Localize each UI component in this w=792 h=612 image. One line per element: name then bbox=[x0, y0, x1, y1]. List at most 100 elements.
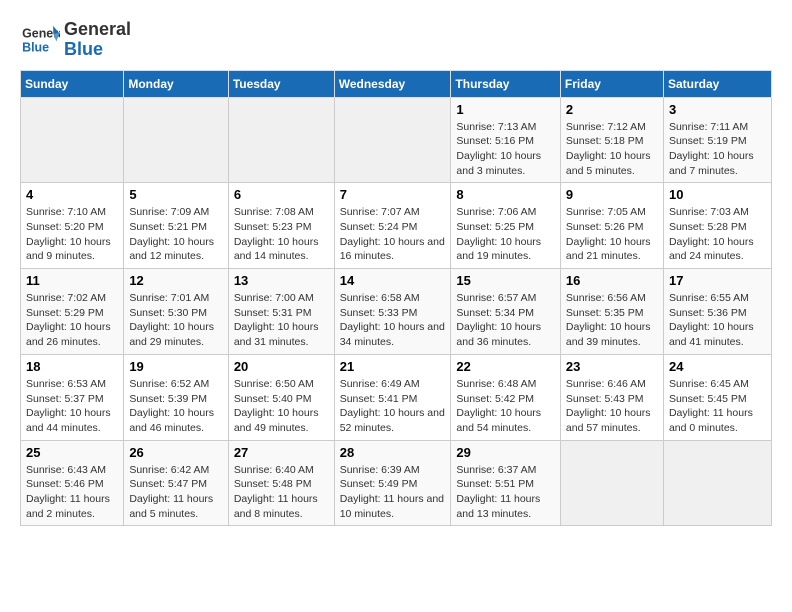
cell-day-number: 3 bbox=[669, 102, 766, 117]
cell-day-number: 27 bbox=[234, 445, 329, 460]
cell-info-text: Sunrise: 6:56 AMSunset: 5:35 PMDaylight:… bbox=[566, 291, 658, 350]
svg-text:Blue: Blue bbox=[22, 41, 49, 55]
calendar-cell bbox=[334, 97, 451, 183]
calendar-cell: 21 Sunrise: 6:49 AMSunset: 5:41 PMDayligh… bbox=[334, 354, 451, 440]
cell-info-text: Sunrise: 6:39 AMSunset: 5:49 PMDaylight:… bbox=[340, 463, 446, 522]
cell-day-number: 16 bbox=[566, 273, 658, 288]
logo-text-general: General bbox=[64, 20, 131, 40]
calendar-cell: 15Sunrise: 6:57 AMSunset: 5:34 PMDayligh… bbox=[451, 269, 561, 355]
logo-icon: General Blue bbox=[20, 22, 60, 57]
cell-info-text: Sunrise: 7:03 AMSunset: 5:28 PMDaylight:… bbox=[669, 205, 766, 264]
calendar-cell: 6 Sunrise: 7:08 AMSunset: 5:23 PMDaylight… bbox=[228, 183, 334, 269]
header: General Blue General Blue bbox=[20, 20, 772, 60]
cell-info-text: Sunrise: 6:45 AMSunset: 5:45 PMDaylight:… bbox=[669, 377, 766, 436]
cell-info-text: Sunrise: 6:49 AMSunset: 5:41 PMDaylight:… bbox=[340, 377, 446, 436]
cell-info-text: Sunrise: 7:07 AMSunset: 5:24 PMDaylight:… bbox=[340, 205, 446, 264]
cell-info-text: Sunrise: 7:08 AMSunset: 5:23 PMDaylight:… bbox=[234, 205, 329, 264]
calendar-cell: 1Sunrise: 7:13 AMSunset: 5:16 PMDaylight… bbox=[451, 97, 561, 183]
cell-info-text: Sunrise: 6:58 AMSunset: 5:33 PMDaylight:… bbox=[340, 291, 446, 350]
calendar-cell bbox=[663, 440, 771, 526]
calendar-cell: 24Sunrise: 6:45 AMSunset: 5:45 PMDayligh… bbox=[663, 354, 771, 440]
cell-info-text: Sunrise: 6:46 AMSunset: 5:43 PMDaylight:… bbox=[566, 377, 658, 436]
calendar-cell: 16 Sunrise: 6:56 AMSunset: 5:35 PMDayligh… bbox=[560, 269, 663, 355]
cell-day-number: 20 bbox=[234, 359, 329, 374]
cell-day-number: 11 bbox=[26, 273, 118, 288]
cell-day-number: 18 bbox=[26, 359, 118, 374]
day-header-monday: Monday bbox=[124, 70, 228, 97]
calendar-cell: 29 Sunrise: 6:37 AMSunset: 5:51 PMDayligh… bbox=[451, 440, 561, 526]
calendar-cell: 3 Sunrise: 7:11 AMSunset: 5:19 PMDaylight… bbox=[663, 97, 771, 183]
cell-day-number: 8 bbox=[456, 187, 555, 202]
cell-info-text: Sunrise: 7:02 AMSunset: 5:29 PMDaylight:… bbox=[26, 291, 118, 350]
calendar-cell: 25 Sunrise: 6:43 AMSunset: 5:46 PMDayligh… bbox=[21, 440, 124, 526]
day-header-friday: Friday bbox=[560, 70, 663, 97]
calendar-cell: 9 Sunrise: 7:05 AMSunset: 5:26 PMDaylight… bbox=[560, 183, 663, 269]
calendar-cell: 4 Sunrise: 7:10 AMSunset: 5:20 PMDaylight… bbox=[21, 183, 124, 269]
calendar-cell: 23 Sunrise: 6:46 AMSunset: 5:43 PMDayligh… bbox=[560, 354, 663, 440]
calendar-cell: 27Sunrise: 6:40 AMSunset: 5:48 PMDayligh… bbox=[228, 440, 334, 526]
cell-day-number: 19 bbox=[129, 359, 222, 374]
cell-day-number: 5 bbox=[129, 187, 222, 202]
cell-day-number: 12 bbox=[129, 273, 222, 288]
cell-day-number: 10 bbox=[669, 187, 766, 202]
calendar-cell: 8 Sunrise: 7:06 AMSunset: 5:25 PMDaylight… bbox=[451, 183, 561, 269]
calendar-cell bbox=[560, 440, 663, 526]
calendar-cell bbox=[21, 97, 124, 183]
calendar-cell: 10 Sunrise: 7:03 AMSunset: 5:28 PMDayligh… bbox=[663, 183, 771, 269]
logo-text-blue: Blue bbox=[64, 40, 131, 60]
calendar-cell: 2Sunrise: 7:12 AMSunset: 5:18 PMDaylight… bbox=[560, 97, 663, 183]
cell-info-text: Sunrise: 6:52 AMSunset: 5:39 PMDaylight:… bbox=[129, 377, 222, 436]
cell-info-text: Sunrise: 6:50 AMSunset: 5:40 PMDaylight:… bbox=[234, 377, 329, 436]
logo: General Blue General Blue bbox=[20, 20, 131, 60]
cell-day-number: 6 bbox=[234, 187, 329, 202]
calendar-cell: 20 Sunrise: 6:50 AMSunset: 5:40 PMDayligh… bbox=[228, 354, 334, 440]
cell-info-text: Sunrise: 7:12 AMSunset: 5:18 PMDaylight:… bbox=[566, 120, 658, 179]
cell-day-number: 7 bbox=[340, 187, 446, 202]
cell-day-number: 14 bbox=[340, 273, 446, 288]
cell-info-text: Sunrise: 7:06 AMSunset: 5:25 PMDaylight:… bbox=[456, 205, 555, 264]
cell-info-text: Sunrise: 6:42 AMSunset: 5:47 PMDaylight:… bbox=[129, 463, 222, 522]
calendar-cell: 22 Sunrise: 6:48 AMSunset: 5:42 PMDayligh… bbox=[451, 354, 561, 440]
cell-info-text: Sunrise: 7:00 AMSunset: 5:31 PMDaylight:… bbox=[234, 291, 329, 350]
calendar-cell: 17 Sunrise: 6:55 AMSunset: 5:36 PMDayligh… bbox=[663, 269, 771, 355]
cell-info-text: Sunrise: 6:43 AMSunset: 5:46 PMDaylight:… bbox=[26, 463, 118, 522]
calendar-cell bbox=[124, 97, 228, 183]
cell-day-number: 25 bbox=[26, 445, 118, 460]
cell-day-number: 22 bbox=[456, 359, 555, 374]
calendar-week-2: 4 Sunrise: 7:10 AMSunset: 5:20 PMDaylight… bbox=[21, 183, 772, 269]
day-header-sunday: Sunday bbox=[21, 70, 124, 97]
cell-info-text: Sunrise: 7:05 AMSunset: 5:26 PMDaylight:… bbox=[566, 205, 658, 264]
calendar-week-4: 18 Sunrise: 6:53 AMSunset: 5:37 PMDayligh… bbox=[21, 354, 772, 440]
calendar-week-5: 25 Sunrise: 6:43 AMSunset: 5:46 PMDayligh… bbox=[21, 440, 772, 526]
cell-day-number: 4 bbox=[26, 187, 118, 202]
cell-day-number: 13 bbox=[234, 273, 329, 288]
cell-info-text: Sunrise: 7:09 AMSunset: 5:21 PMDaylight:… bbox=[129, 205, 222, 264]
cell-day-number: 29 bbox=[456, 445, 555, 460]
calendar-cell: 12Sunrise: 7:01 AMSunset: 5:30 PMDayligh… bbox=[124, 269, 228, 355]
cell-info-text: Sunrise: 6:48 AMSunset: 5:42 PMDaylight:… bbox=[456, 377, 555, 436]
day-header-saturday: Saturday bbox=[663, 70, 771, 97]
cell-day-number: 9 bbox=[566, 187, 658, 202]
calendar-week-3: 11 Sunrise: 7:02 AMSunset: 5:29 PMDayligh… bbox=[21, 269, 772, 355]
cell-day-number: 15 bbox=[456, 273, 555, 288]
calendar-cell: 26 Sunrise: 6:42 AMSunset: 5:47 PMDayligh… bbox=[124, 440, 228, 526]
calendar-cell bbox=[228, 97, 334, 183]
cell-info-text: Sunrise: 7:10 AMSunset: 5:20 PMDaylight:… bbox=[26, 205, 118, 264]
calendar-table: SundayMondayTuesdayWednesdayThursdayFrid… bbox=[20, 70, 772, 527]
calendar-cell: 28Sunrise: 6:39 AMSunset: 5:49 PMDayligh… bbox=[334, 440, 451, 526]
calendar-cell: 7 Sunrise: 7:07 AMSunset: 5:24 PMDaylight… bbox=[334, 183, 451, 269]
cell-info-text: Sunrise: 7:11 AMSunset: 5:19 PMDaylight:… bbox=[669, 120, 766, 179]
cell-info-text: Sunrise: 6:37 AMSunset: 5:51 PMDaylight:… bbox=[456, 463, 555, 522]
cell-day-number: 21 bbox=[340, 359, 446, 374]
calendar-cell: 19 Sunrise: 6:52 AMSunset: 5:39 PMDayligh… bbox=[124, 354, 228, 440]
cell-info-text: Sunrise: 6:55 AMSunset: 5:36 PMDaylight:… bbox=[669, 291, 766, 350]
cell-day-number: 23 bbox=[566, 359, 658, 374]
calendar-cell: 13 Sunrise: 7:00 AMSunset: 5:31 PMDayligh… bbox=[228, 269, 334, 355]
cell-info-text: Sunrise: 7:13 AMSunset: 5:16 PMDaylight:… bbox=[456, 120, 555, 179]
cell-day-number: 26 bbox=[129, 445, 222, 460]
cell-info-text: Sunrise: 6:53 AMSunset: 5:37 PMDaylight:… bbox=[26, 377, 118, 436]
calendar-header-row: SundayMondayTuesdayWednesdayThursdayFrid… bbox=[21, 70, 772, 97]
day-header-wednesday: Wednesday bbox=[334, 70, 451, 97]
cell-day-number: 17 bbox=[669, 273, 766, 288]
calendar-cell: 11 Sunrise: 7:02 AMSunset: 5:29 PMDayligh… bbox=[21, 269, 124, 355]
